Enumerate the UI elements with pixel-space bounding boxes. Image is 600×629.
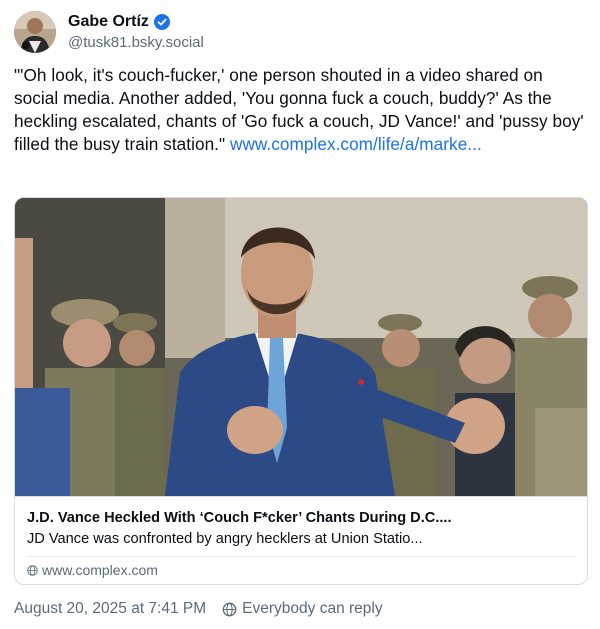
author-display-name[interactable]: Gabe Ortíz [68, 12, 149, 32]
globe-icon [27, 564, 38, 576]
link-card[interactable]: J.D. Vance Heckled With ‘Couch F*cker’ C… [14, 197, 588, 585]
reply-setting[interactable]: Everybody can reply [242, 599, 382, 619]
link-card-divider [27, 556, 575, 557]
link-card-description: JD Vance was confronted by angry heckler… [27, 531, 423, 547]
post-footer: August 20, 2025 at 7:41 PM Everybody can… [14, 599, 383, 619]
author-handle[interactable]: @tusk81.bsky.social [68, 33, 204, 53]
post-body: "'Oh look, it's couch-fucker,' one perso… [14, 64, 586, 156]
avatar[interactable] [14, 11, 56, 53]
link-card-domain-row: www.complex.com [27, 561, 158, 579]
reply-settings-icon [222, 602, 237, 616]
link-card-image [15, 198, 587, 496]
post: Gabe Ortíz @tusk81.bsky.social "'Oh look… [0, 0, 600, 629]
link-card-title: J.D. Vance Heckled With ‘Couch F*cker’ C… [27, 510, 452, 526]
author-names: Gabe Ortíz @tusk81.bsky.social [68, 12, 204, 53]
avatar-image [14, 11, 56, 53]
post-header: Gabe Ortíz @tusk81.bsky.social [14, 8, 204, 56]
verified-badge-icon [153, 13, 170, 30]
post-timestamp[interactable]: August 20, 2025 at 7:41 PM [14, 599, 206, 619]
link-card-domain: www.complex.com [42, 562, 158, 578]
post-link[interactable]: www.complex.com/life/a/marke... [230, 134, 482, 154]
link-card-text: J.D. Vance Heckled With ‘Couch F*cker’ C… [15, 496, 587, 584]
